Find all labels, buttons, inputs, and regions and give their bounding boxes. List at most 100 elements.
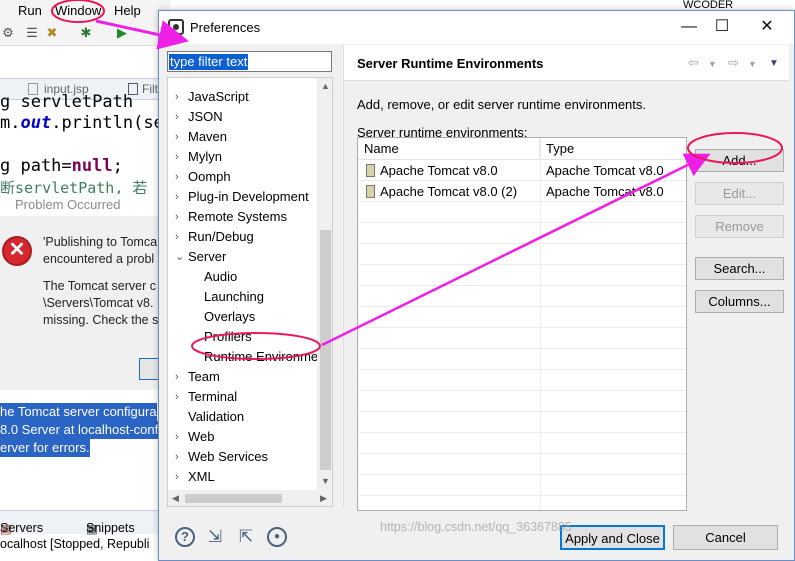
view-menu-icon[interactable]: ▼ [769, 58, 779, 69]
chevron-right-icon[interactable]: › [175, 167, 185, 187]
forward-menu-icon[interactable]: ▼ [748, 59, 757, 69]
tree-item[interactable]: ⌄ Server [168, 247, 317, 267]
table-row [358, 349, 686, 370]
scroll-thumb[interactable] [185, 494, 282, 503]
tree-vertical-scrollbar[interactable]: ▲ ▼ [317, 78, 332, 490]
debug-icon[interactable]: ✱ [78, 25, 94, 41]
import-icon[interactable]: ⇲ [205, 527, 225, 547]
run-icon[interactable]: ▶ [114, 25, 130, 41]
column-header-type[interactable]: Type [540, 138, 686, 160]
tree-item[interactable]: › Terminal [168, 387, 317, 407]
problem-title: Problem Occurred [15, 197, 121, 212]
forward-arrow-icon[interactable]: ⇨ [728, 55, 739, 71]
scroll-up-icon[interactable]: ▲ [321, 81, 330, 91]
column-header-name[interactable]: Name [358, 138, 540, 160]
dialog-titlebar: Preferences — ☐ ✕ [159, 11, 794, 44]
gear-icon[interactable]: ⚙ [0, 25, 16, 41]
table-row[interactable]: Apache Tomcat v8.0 Apache Tomcat v8.0 [358, 160, 686, 181]
tree-item[interactable]: Launching [168, 287, 317, 307]
table-row [358, 454, 686, 475]
chevron-right-icon[interactable]: › [175, 187, 185, 207]
table-row [358, 265, 686, 286]
tree-item[interactable]: › Maven [168, 127, 317, 147]
chevron-right-icon[interactable]: › [175, 427, 185, 447]
tree-item[interactable]: › Team [168, 367, 317, 387]
tree-item[interactable]: › XML [168, 467, 317, 487]
table-row [358, 223, 686, 244]
problem-message: missing. Check the s [43, 313, 159, 327]
tree-item[interactable]: › JavaScript [168, 87, 317, 107]
table-row [358, 286, 686, 307]
back-arrow-icon[interactable]: ⇦ [688, 55, 699, 71]
add-button[interactable]: Add... [695, 149, 784, 172]
tree-item-label: JSON [188, 109, 223, 124]
menu-run[interactable]: Run [18, 3, 42, 18]
problem-message: The Tomcat server c [43, 279, 157, 293]
tree-item[interactable]: › JSON [168, 107, 317, 127]
tree-item[interactable]: › Mylyn [168, 147, 317, 167]
table-row [358, 328, 686, 349]
chevron-right-icon[interactable]: › [175, 447, 185, 467]
scroll-thumb[interactable] [320, 230, 331, 470]
close-icon[interactable]: ✕ [0, 521, 10, 536]
scroll-left-icon[interactable]: ◀ [172, 493, 179, 504]
menu-help[interactable]: Help [114, 3, 141, 18]
tree-horizontal-scrollbar[interactable]: ◀ ▶ [168, 490, 332, 506]
page-header: Server Runtime Environments ⇦ ▼ ⇨ ▼ ▼ [344, 45, 789, 81]
tree-item-label: JavaScript [188, 89, 249, 104]
toolbar: ⚙ ☰ ✖ ✱ ▶ [0, 20, 160, 46]
table-row[interactable]: Apache Tomcat v8.0 (2) Apache Tomcat v8.0 [358, 181, 686, 202]
chevron-right-icon[interactable]: › [175, 367, 185, 387]
tools-icon[interactable]: ✖ [44, 25, 60, 41]
tree-item[interactable]: › Oomph [168, 167, 317, 187]
tree-item[interactable]: › Remote Systems [168, 207, 317, 227]
chevron-down-icon[interactable]: ⌄ [175, 247, 185, 267]
scroll-right-icon[interactable]: ▶ [320, 493, 327, 504]
tree-item[interactable]: Runtime Environme [168, 347, 318, 367]
tree-item-label: Run/Debug [188, 229, 254, 244]
remove-button[interactable]: Remove [695, 215, 784, 238]
watermark: https://blog.csdn.net/qq_36367885 [380, 520, 572, 534]
chevron-right-icon[interactable]: › [175, 147, 185, 167]
problem-message: \Servers\Tomcat v8. [43, 296, 154, 310]
help-icon[interactable]: ? [175, 527, 195, 547]
maximize-button[interactable]: ☐ [708, 16, 736, 38]
chevron-right-icon[interactable]: › [175, 207, 185, 227]
export-icon[interactable]: ⇱ [236, 527, 256, 547]
cancel-button[interactable]: Cancel [673, 525, 778, 550]
minimize-button[interactable]: — [675, 16, 703, 38]
console-line: he Tomcat server configura [0, 403, 157, 421]
chevron-right-icon[interactable]: › [175, 107, 185, 127]
close-button[interactable]: ✕ [753, 16, 781, 38]
tree-item[interactable]: › Run/Debug [168, 227, 317, 247]
server-row[interactable]: ocalhost [Stopped, Republi [0, 537, 160, 551]
scroll-down-icon[interactable]: ▼ [321, 476, 330, 486]
tree-item-label: Server [188, 249, 227, 264]
chevron-right-icon[interactable]: › [175, 227, 185, 247]
tree-item[interactable]: Overlays [168, 307, 317, 327]
search-button[interactable]: Search... [695, 257, 784, 280]
tree-item[interactable]: › Plug-in Development [168, 187, 317, 207]
tree-item[interactable]: › Web Services [168, 447, 317, 467]
back-menu-icon[interactable]: ▼ [708, 59, 717, 69]
runtime-jar-icon [366, 164, 375, 177]
record-icon[interactable]: ● [267, 527, 287, 547]
chevron-right-icon[interactable]: › [175, 87, 185, 107]
tree-item[interactable]: Profilers [168, 327, 317, 347]
list-icon[interactable]: ☰ [24, 25, 40, 41]
tree-item[interactable]: Audio [168, 267, 317, 287]
edit-button[interactable]: Edit... [695, 182, 784, 205]
menu-window[interactable]: Window [55, 3, 101, 18]
tree-item-label: Remote Systems [188, 209, 287, 224]
runtime-table: Name Type Apache Tomcat v8.0 Apache Tomca… [357, 137, 687, 511]
problem-message: encountered a probl [43, 252, 155, 266]
columns-button[interactable]: Columns... [695, 290, 784, 313]
chevron-right-icon[interactable]: › [175, 387, 185, 407]
chevron-right-icon[interactable]: › [175, 127, 185, 147]
tree-item-label: Web Services [188, 449, 268, 464]
tree-item[interactable]: Validation [168, 407, 317, 427]
chevron-right-icon[interactable]: › [175, 467, 185, 487]
apply-and-close-button[interactable]: Apply and Close [560, 525, 665, 550]
filter-input[interactable]: type filter text [167, 51, 332, 72]
tree-item[interactable]: › Web [168, 427, 317, 447]
